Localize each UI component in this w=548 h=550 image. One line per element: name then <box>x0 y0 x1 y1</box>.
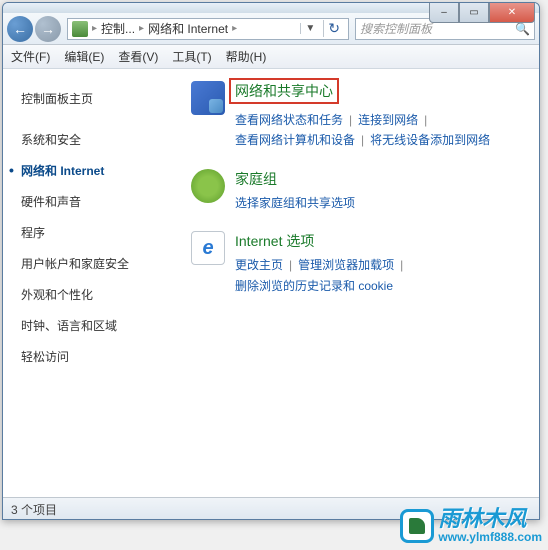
category-title[interactable]: 网络和共享中心 <box>235 81 521 106</box>
category-links: 查看网络状态和任务 | 连接到网络 | 查看网络计算机和设备 | 将无线设备添加到网络 <box>235 110 521 151</box>
sidebar: 控制面板主页系统和安全网络和 Internet硬件和声音程序用户帐户和家庭安全外… <box>3 69 173 497</box>
menu-help[interactable]: 帮助(H) <box>226 48 267 65</box>
sidebar-item[interactable]: 时钟、语言和区域 <box>21 310 173 341</box>
category-title[interactable]: Internet 选项 <box>235 231 521 251</box>
sidebar-item[interactable]: 网络和 Internet <box>21 155 173 186</box>
sidebar-item[interactable]: 用户帐户和家庭安全 <box>21 248 173 279</box>
main-panel: 网络和共享中心查看网络状态和任务 | 连接到网络 | 查看网络计算机和设备 | 将无线设备添… <box>173 69 539 497</box>
category-link[interactable]: 选择家庭组和共享选项 <box>235 196 355 210</box>
watermark-logo-icon <box>400 509 434 543</box>
category: 家庭组选择家庭组和共享选项 <box>191 169 521 213</box>
category-title[interactable]: 家庭组 <box>235 169 521 189</box>
watermark: 雨林木风 www.ylmf888.com <box>400 508 542 544</box>
sidebar-item[interactable]: 硬件和声音 <box>21 186 173 217</box>
back-button[interactable]: ← <box>7 16 33 42</box>
watermark-brand: 雨林木风 <box>438 508 542 530</box>
close-button[interactable]: ✕ <box>489 3 535 23</box>
category-links: 更改主页 | 管理浏览器加载项 | 删除浏览的历史记录和 cookie <box>235 255 521 296</box>
sidebar-item[interactable]: 系统和安全 <box>21 124 173 155</box>
category-link[interactable]: 更改主页 <box>235 258 283 272</box>
watermark-url: www.ylmf888.com <box>438 530 542 544</box>
menu-file[interactable]: 文件(F) <box>11 48 50 65</box>
breadcrumb-sep-icon: ▸ <box>92 23 97 34</box>
status-text: 3 个项目 <box>11 503 57 517</box>
home-icon <box>191 169 225 203</box>
address-dropdown-icon[interactable]: ▼ <box>300 23 319 34</box>
category-link[interactable]: 查看网络状态和任务 <box>235 113 343 127</box>
link-separator: | <box>349 113 352 127</box>
category-link[interactable]: 连接到网络 <box>358 113 418 127</box>
location-icon <box>72 21 88 37</box>
category-link[interactable]: 管理浏览器加载项 <box>298 258 394 272</box>
category-link[interactable]: 查看网络计算机和设备 <box>235 133 355 147</box>
ie-icon <box>191 231 225 265</box>
category: Internet 选项更改主页 | 管理浏览器加载项 | 删除浏览的历史记录和 cook… <box>191 231 521 296</box>
breadcrumb-seg[interactable]: 控制... <box>101 20 135 37</box>
search-placeholder: 搜索控制面板 <box>360 20 432 37</box>
sidebar-item[interactable]: 外观和个性化 <box>21 279 173 310</box>
menu-view[interactable]: 查看(V) <box>118 48 158 65</box>
refresh-icon[interactable]: ↻ <box>323 20 344 37</box>
menu-edit[interactable]: 编辑(E) <box>64 48 104 65</box>
highlight-box: 网络和共享中心 <box>229 78 339 104</box>
category: 网络和共享中心查看网络状态和任务 | 连接到网络 | 查看网络计算机和设备 | 将无线设备添… <box>191 81 521 151</box>
breadcrumb-sep-icon: ▸ <box>139 23 144 34</box>
minimize-button[interactable]: – <box>429 3 459 23</box>
maximize-button[interactable]: ▭ <box>459 3 489 23</box>
category-link[interactable]: 删除浏览的历史记录和 cookie <box>235 279 393 293</box>
control-panel-window: – ▭ ✕ ← → ▸ 控制... ▸ 网络和 Internet ▸ ▼ ↻ 搜… <box>2 2 540 520</box>
category-links: 选择家庭组和共享选项 <box>235 193 521 213</box>
sidebar-item[interactable]: 轻松访问 <box>21 341 173 372</box>
link-separator: | <box>289 258 292 272</box>
window-controls: – ▭ ✕ <box>429 3 535 23</box>
search-icon[interactable]: 🔍 <box>515 22 530 36</box>
link-separator: | <box>424 113 427 127</box>
sidebar-item[interactable]: 控制面板主页 <box>21 83 173 114</box>
sidebar-item[interactable]: 程序 <box>21 217 173 248</box>
menu-tools[interactable]: 工具(T) <box>172 48 211 65</box>
network-icon <box>191 81 225 115</box>
content-area: 控制面板主页系统和安全网络和 Internet硬件和声音程序用户帐户和家庭安全外… <box>3 69 539 497</box>
menu-bar: 文件(F) 编辑(E) 查看(V) 工具(T) 帮助(H) <box>3 45 539 69</box>
link-separator: | <box>400 258 403 272</box>
address-bar[interactable]: ▸ 控制... ▸ 网络和 Internet ▸ ▼ ↻ <box>67 18 349 40</box>
link-separator: | <box>361 133 364 147</box>
breadcrumb-sep-icon: ▸ <box>232 23 237 34</box>
forward-button[interactable]: → <box>35 16 61 42</box>
category-link[interactable]: 将无线设备添加到网络 <box>370 133 490 147</box>
breadcrumb-seg[interactable]: 网络和 Internet <box>148 20 228 37</box>
